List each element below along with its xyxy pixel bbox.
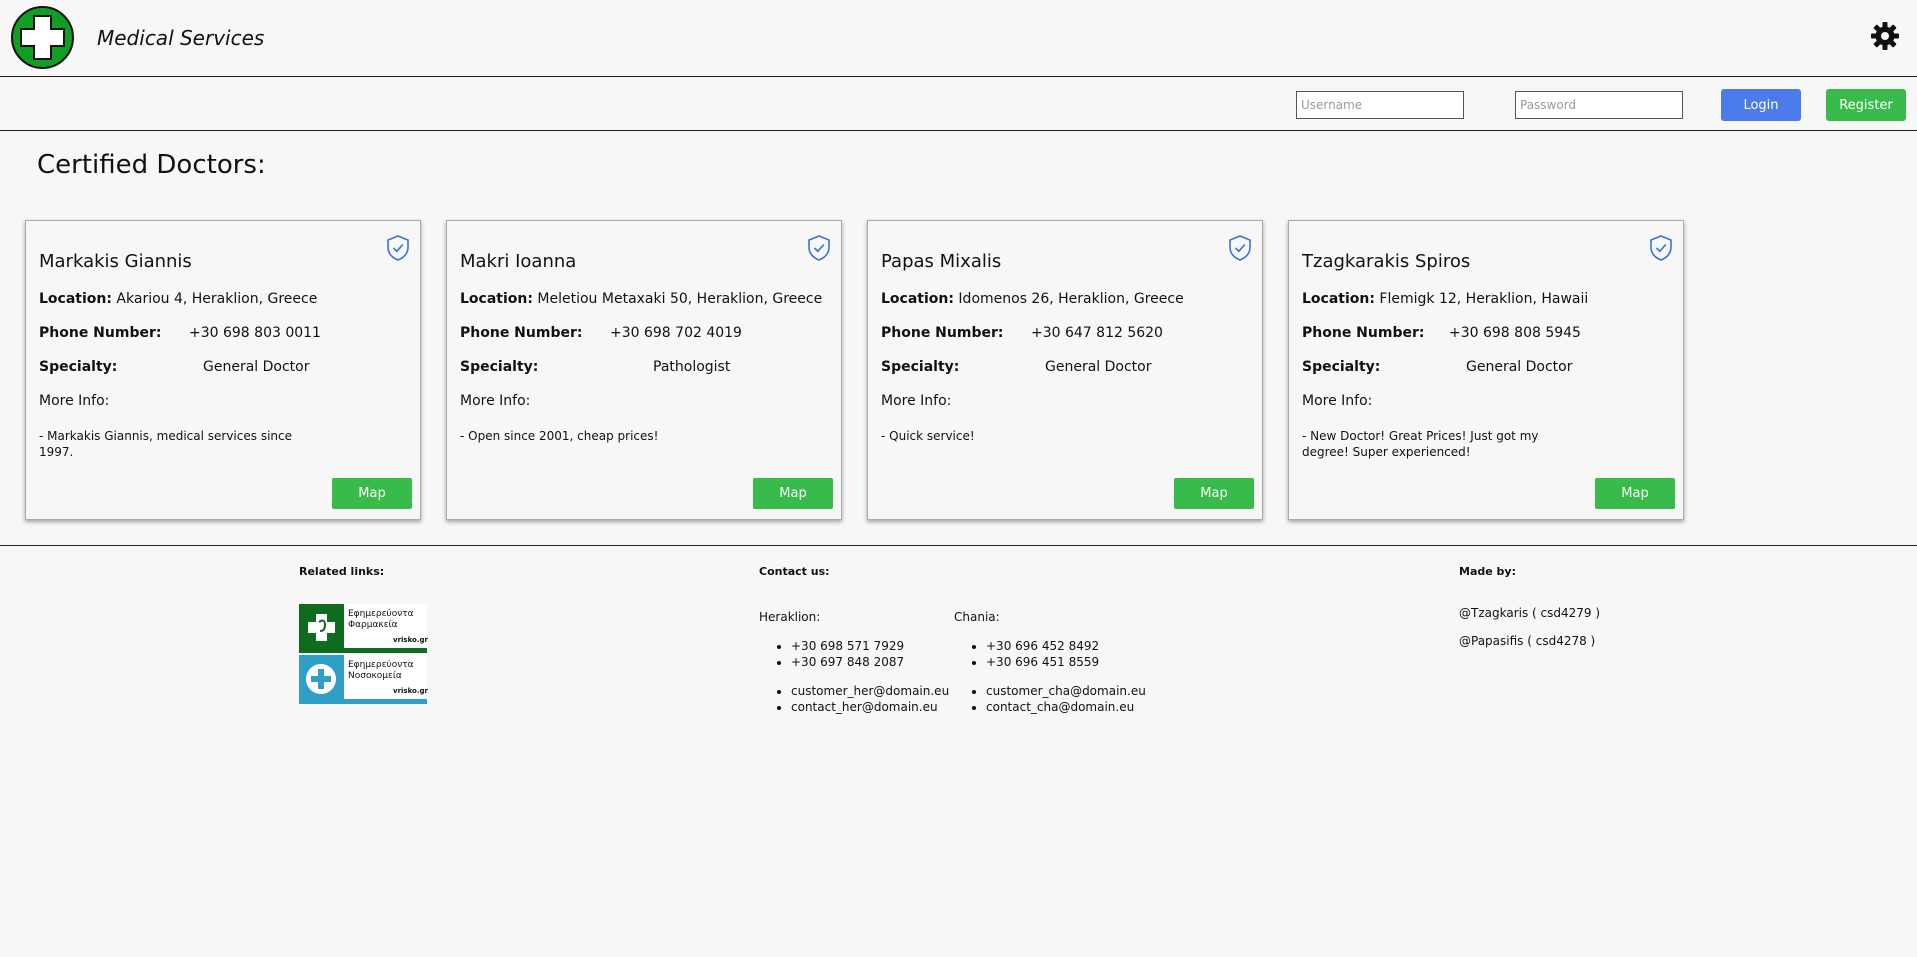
location-row: Location: Akariou 4, Heraklion, Greece	[39, 291, 317, 307]
specialty-value: General Doctor	[203, 359, 310, 375]
location-value: Flemigk 12, Heraklion, Hawaii	[1379, 291, 1589, 307]
gear-icon[interactable]	[1870, 21, 1900, 51]
specialty-value: General Doctor	[1466, 359, 1573, 375]
phone-row: Phone Number: +30 698 803 0011	[39, 325, 409, 341]
chania-phones: +30 696 452 8492 +30 696 451 8559	[954, 638, 1099, 670]
top-header: Medical Services	[0, 0, 1917, 77]
login-bar: Login Register	[0, 78, 1917, 131]
doctor-name: Makri Ioanna	[460, 251, 577, 272]
doctor-name: Markakis Giannis	[39, 251, 192, 272]
phone-row: Phone Number: +30 698 702 4019	[460, 325, 830, 341]
phone-value: +30 698 803 0011	[189, 325, 321, 341]
more-info-label: More Info:	[39, 393, 110, 409]
pharmacies-link-line2: Φαρμακεία	[348, 620, 398, 630]
verified-shield-icon	[1229, 235, 1251, 261]
more-info-label: More Info:	[460, 393, 531, 409]
location-row: Location: Idomenos 26, Heraklion, Greece	[881, 291, 1184, 307]
register-button[interactable]: Register	[1826, 89, 1906, 121]
specialty-label: Specialty:	[460, 359, 539, 375]
medical-cross-logo[interactable]	[11, 6, 74, 69]
more-info-text: - New Doctor! Great Prices! Just got my …	[1302, 429, 1539, 459]
page-title: Certified Doctors:	[37, 150, 266, 180]
specialty-label: Specialty:	[881, 359, 960, 375]
phone-value: +30 698 808 5945	[1449, 325, 1581, 341]
heraklion-label: Heraklion:	[759, 610, 821, 624]
location-row: Location: Meletiou Metaxaki 50, Heraklio…	[460, 291, 822, 307]
made-by-heading: Made by:	[1459, 565, 1516, 578]
specialty-row: Specialty: General Doctor	[881, 359, 1251, 375]
location-value: Meletiou Metaxaki 50, Heraklion, Greece	[537, 291, 823, 307]
location-value: Akariou 4, Heraklion, Greece	[116, 291, 318, 307]
verified-shield-icon	[808, 235, 830, 261]
contact-heading: Contact us:	[759, 565, 830, 578]
specialty-row: Specialty: General Doctor	[39, 359, 409, 375]
pharmacies-link-line1: Εφημερεύοντα	[348, 609, 414, 619]
username-input[interactable]	[1296, 91, 1464, 119]
more-info-text: - Quick service!	[881, 429, 975, 443]
specialty-label: Specialty:	[1302, 359, 1381, 375]
verified-shield-icon	[1650, 235, 1672, 261]
location-label: Location:	[39, 291, 112, 307]
heraklion-phones: +30 698 571 7929 +30 697 848 2087	[759, 638, 904, 670]
map-button[interactable]: Map	[1174, 478, 1254, 509]
more-info-label: More Info:	[1302, 393, 1373, 409]
list-item: +30 698 571 7929	[791, 638, 904, 654]
phone-label: Phone Number:	[39, 325, 162, 341]
hospitals-link-line2: Νοσοκομεία	[348, 671, 402, 681]
location-label: Location:	[1302, 291, 1375, 307]
location-row: Location: Flemigk 12, Heraklion, Hawaii	[1302, 291, 1588, 307]
specialty-row: Specialty: General Doctor	[1302, 359, 1672, 375]
location-label: Location:	[460, 291, 533, 307]
doctor-card: Papas Mixalis Location: Idomenos 26, Her…	[867, 220, 1263, 520]
page-footer: Related links: Εφημερεύοντα Φαρμακεία vr…	[0, 545, 1917, 957]
related-links-heading: Related links:	[299, 565, 385, 578]
doctor-card: Makri Ioanna Location: Meletiou Metaxaki…	[446, 220, 842, 520]
hospitals-link-brand: vrisko.gr	[393, 687, 428, 695]
phone-label: Phone Number:	[881, 325, 1004, 341]
specialty-value: Pathologist	[653, 359, 731, 375]
hospitals-link-line1: Εφημερεύοντα	[348, 660, 414, 670]
doctor-card: Tzagkarakis Spiros Location: Flemigk 12,…	[1288, 220, 1684, 520]
email-link[interactable]: contact_cha@domain.eu	[986, 699, 1146, 715]
pharmacies-link[interactable]: Εφημερεύοντα Φαρμακεία vrisko.gr	[299, 604, 428, 653]
phone-value: +30 647 812 5620	[1031, 325, 1163, 341]
phone-value: +30 698 702 4019	[610, 325, 742, 341]
phone-label: Phone Number:	[1302, 325, 1425, 341]
verified-shield-icon	[387, 235, 409, 261]
list-item: +30 696 451 8559	[986, 654, 1099, 670]
hospitals-link[interactable]: Εφημερεύοντα Νοσοκομεία vrisko.gr	[299, 655, 428, 704]
list-item: +30 697 848 2087	[791, 654, 904, 670]
chania-label: Chania:	[954, 610, 1000, 624]
doctor-card: Markakis Giannis Location: Akariou 4, He…	[25, 220, 421, 520]
location-label: Location:	[881, 291, 954, 307]
phone-label: Phone Number:	[460, 325, 583, 341]
more-info-text: - Open since 2001, cheap prices!	[460, 429, 659, 443]
map-button[interactable]: Map	[332, 478, 412, 509]
phone-row: Phone Number: +30 698 808 5945	[1302, 325, 1672, 341]
list-item: +30 696 452 8492	[986, 638, 1099, 654]
specialty-row: Specialty: Pathologist	[460, 359, 830, 375]
login-button[interactable]: Login	[1721, 89, 1801, 121]
specialty-value: General Doctor	[1045, 359, 1152, 375]
chania-emails: customer_cha@domain.eu contact_cha@domai…	[954, 683, 1146, 715]
email-link[interactable]: contact_her@domain.eu	[791, 699, 949, 715]
author-credit: @Tzagkaris ( csd4279 )	[1459, 606, 1601, 620]
app-title: Medical Services	[97, 26, 265, 50]
doctor-name: Tzagkarakis Spiros	[1302, 251, 1471, 272]
email-link[interactable]: customer_her@domain.eu	[791, 683, 949, 699]
location-value: Idomenos 26, Heraklion, Greece	[958, 291, 1184, 307]
heraklion-emails: customer_her@domain.eu contact_her@domai…	[759, 683, 949, 715]
doctor-name: Papas Mixalis	[881, 251, 1002, 272]
author-credit: @Papasifis ( csd4278 )	[1459, 634, 1596, 648]
pharmacies-link-brand: vrisko.gr	[393, 636, 428, 644]
specialty-label: Specialty:	[39, 359, 118, 375]
password-input[interactable]	[1515, 91, 1683, 119]
email-link[interactable]: customer_cha@domain.eu	[986, 683, 1146, 699]
map-button[interactable]: Map	[1595, 478, 1675, 509]
more-info-label: More Info:	[881, 393, 952, 409]
more-info-text: - Markakis Giannis, medical services sin…	[39, 429, 292, 459]
map-button[interactable]: Map	[753, 478, 833, 509]
phone-row: Phone Number: +30 647 812 5620	[881, 325, 1251, 341]
